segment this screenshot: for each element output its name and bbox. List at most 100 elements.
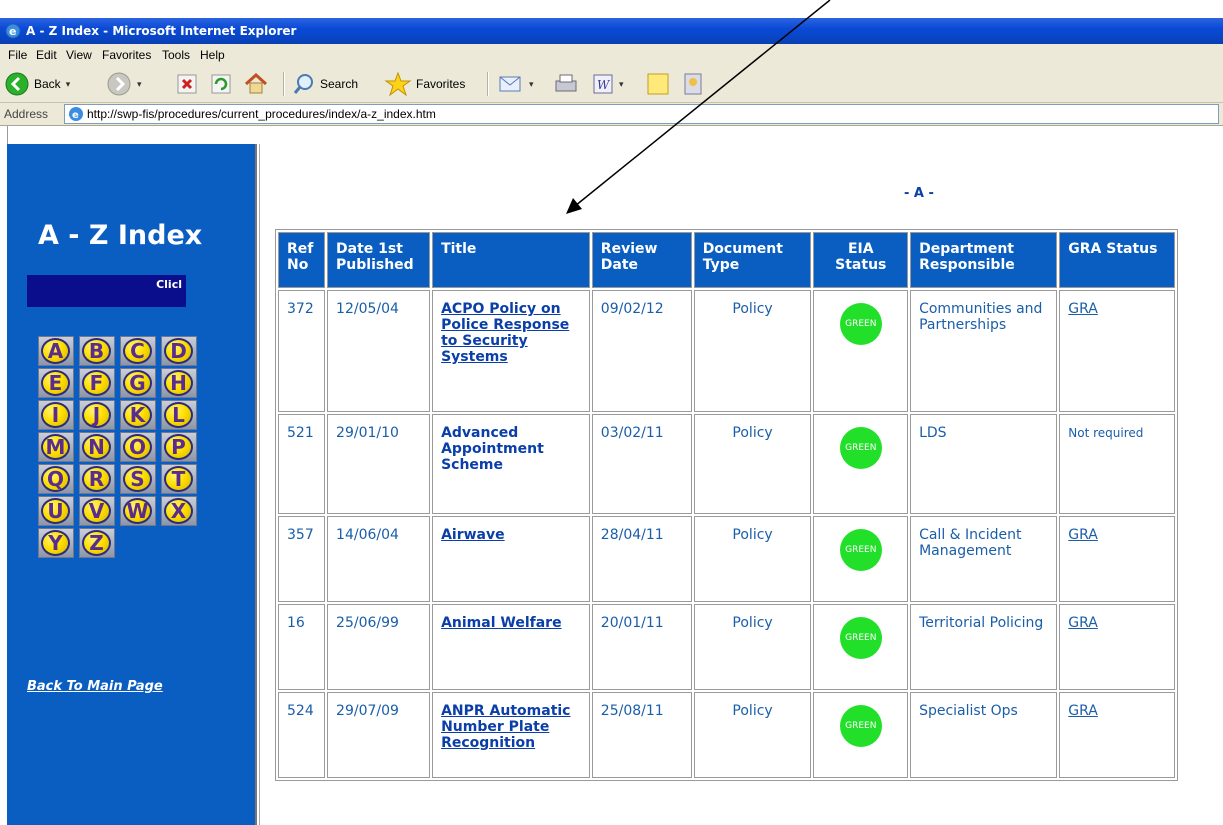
- letter-button-q[interactable]: Q: [37, 464, 76, 494]
- letter-button-g[interactable]: G: [119, 368, 158, 398]
- title-link[interactable]: Animal Welfare: [441, 615, 561, 631]
- letter-label: Q: [46, 467, 64, 491]
- letter-button-y[interactable]: Y: [37, 528, 76, 558]
- letter-label: W: [126, 499, 149, 523]
- gra-link[interactable]: GRA: [1068, 301, 1098, 317]
- cell-title: Advanced Appointment Scheme: [432, 414, 590, 514]
- home-icon: [244, 72, 268, 94]
- back-button[interactable]: Back ▾: [4, 70, 70, 98]
- letter-button-j[interactable]: J: [78, 400, 117, 430]
- letter-button-r[interactable]: R: [78, 464, 117, 494]
- letter-button-w[interactable]: W: [119, 496, 158, 526]
- procedures-table: Ref No Date 1st Published Title Review D…: [275, 229, 1178, 781]
- menu-view[interactable]: View: [66, 48, 92, 62]
- letter-button-x[interactable]: X: [160, 496, 199, 526]
- letter-button-b[interactable]: B: [78, 336, 117, 366]
- mail-button[interactable]: ▾: [498, 70, 534, 98]
- letter-button-l[interactable]: L: [160, 400, 199, 430]
- refresh-button[interactable]: [209, 70, 233, 98]
- header-document-type: Document Type: [693, 232, 812, 288]
- letter-button-i[interactable]: I: [37, 400, 76, 430]
- print-button[interactable]: [553, 70, 579, 98]
- menu-tools[interactable]: Tools: [162, 48, 190, 62]
- stop-button[interactable]: [175, 70, 199, 98]
- letter-button-n[interactable]: N: [78, 432, 117, 462]
- frame-divider[interactable]: [255, 144, 260, 825]
- menu-bar: File Edit View Favorites Tools Help: [0, 44, 1223, 67]
- letter-label: I: [51, 403, 60, 427]
- forward-button[interactable]: ▾: [106, 70, 142, 98]
- cell-type: Policy: [693, 604, 812, 690]
- search-button[interactable]: Search: [292, 70, 358, 98]
- letter-button-v[interactable]: V: [78, 496, 117, 526]
- gra-link[interactable]: GRA: [1068, 615, 1098, 631]
- letter-button-e[interactable]: E: [37, 368, 76, 398]
- back-label: Back: [34, 77, 61, 91]
- letter-button-d[interactable]: D: [160, 336, 199, 366]
- title-link[interactable]: ACPO Policy on Police Response to Securi…: [441, 301, 569, 365]
- back-to-main-link[interactable]: Back To Main Page: [27, 679, 163, 694]
- favorites-label: Favorites: [416, 77, 466, 91]
- letter-label: D: [170, 339, 187, 363]
- cell-type: Policy: [693, 414, 812, 514]
- title-bar: e A - Z Index - Microsoft Internet Explo…: [0, 18, 1223, 44]
- letter-button-m[interactable]: M: [37, 432, 76, 462]
- content-area: A - Z Index Clicl AB C D E F GH I J K L MNO P QR S T UV…: [0, 126, 1223, 825]
- cell-type: Policy: [693, 516, 812, 602]
- dropdown-arrow-icon[interactable]: ▾: [66, 79, 71, 90]
- address-input[interactable]: e http://swp-fis/procedures/current_proc…: [64, 104, 1219, 124]
- gra-link[interactable]: GRA: [1068, 703, 1098, 719]
- favorites-button[interactable]: Favorites: [384, 70, 465, 98]
- title-link[interactable]: ANPR Automatic Number Plate Recognition: [441, 703, 570, 751]
- cell-date: 25/06/99: [327, 604, 431, 690]
- address-label: Address: [4, 107, 49, 121]
- letter-button-s[interactable]: S: [119, 464, 158, 494]
- forward-arrow-icon: [107, 72, 131, 96]
- letter-button-p[interactable]: P: [160, 432, 199, 462]
- header-ref-no: Ref No: [278, 232, 326, 288]
- letter-button-h[interactable]: H: [160, 368, 199, 398]
- menu-edit[interactable]: Edit: [36, 48, 57, 62]
- table-row: 16 25/06/99 Animal Welfare 20/01/11 Policy GR…: [278, 604, 1175, 690]
- letter-label: B: [88, 339, 105, 363]
- stop-icon: [177, 74, 197, 94]
- letter-button-k[interactable]: K: [119, 400, 158, 430]
- gra-link[interactable]: GRA: [1068, 527, 1098, 543]
- letter-button-u[interactable]: U: [37, 496, 76, 526]
- letter-label: Z: [89, 531, 104, 555]
- cell-title: Animal Welfare: [432, 604, 590, 690]
- discuss-button[interactable]: [645, 70, 671, 98]
- cell-gra: GRA: [1059, 516, 1175, 602]
- sidebar-title: A - Z Index: [38, 220, 203, 251]
- letter-button-a[interactable]: A: [37, 336, 76, 366]
- letter-label: G: [129, 371, 146, 395]
- messenger-button[interactable]: [680, 70, 706, 98]
- home-button[interactable]: [242, 70, 270, 98]
- title-link[interactable]: Airwave: [441, 527, 505, 543]
- cell-ref: 357: [278, 516, 326, 602]
- page-icon: e: [69, 107, 83, 121]
- window-title: A - Z Index - Microsoft Internet Explore…: [26, 24, 297, 38]
- letter-button-t[interactable]: T: [160, 464, 199, 494]
- letter-button-z[interactable]: Z: [78, 528, 117, 558]
- eia-status-badge: GREEN: [839, 427, 882, 469]
- menu-file[interactable]: File: [8, 48, 27, 62]
- letter-button-c[interactable]: C: [119, 336, 158, 366]
- cell-date: 29/07/09: [327, 692, 431, 778]
- star-icon: [384, 71, 412, 97]
- edit-button[interactable]: W ▾: [592, 70, 624, 98]
- header-eia-status: EIA Status: [813, 232, 909, 288]
- menu-favorites[interactable]: Favorites: [102, 48, 151, 62]
- dropdown-arrow-icon[interactable]: ▾: [619, 79, 624, 90]
- dropdown-arrow-icon[interactable]: ▾: [137, 79, 142, 90]
- letter-button-f[interactable]: F: [78, 368, 117, 398]
- cell-date: 29/01/10: [327, 414, 431, 514]
- letter-label: A: [47, 339, 64, 363]
- letter-button-o[interactable]: O: [119, 432, 158, 462]
- cell-eia: GREEN: [813, 516, 909, 602]
- menu-help[interactable]: Help: [200, 48, 225, 62]
- address-bar: Address e http://swp-fis/procedures/curr…: [0, 103, 1223, 126]
- research-icon: [684, 73, 702, 95]
- cell-date: 14/06/04: [327, 516, 431, 602]
- dropdown-arrow-icon[interactable]: ▾: [529, 79, 534, 90]
